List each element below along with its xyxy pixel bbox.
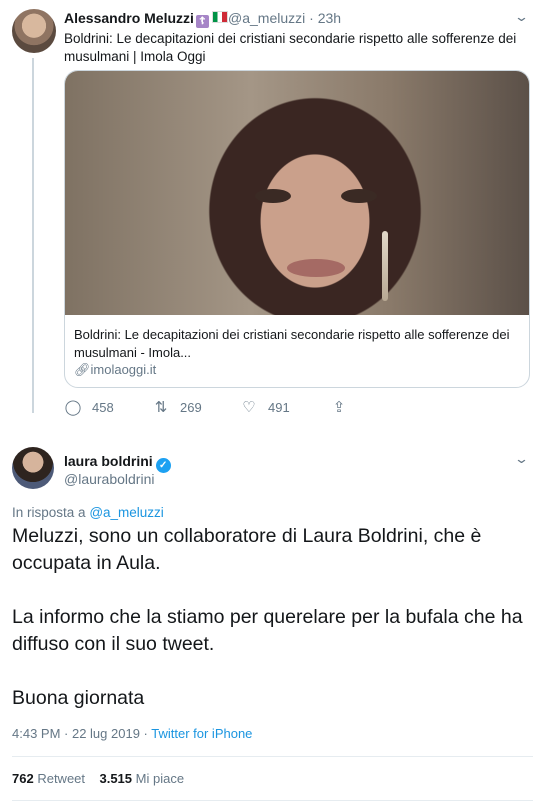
reply-action[interactable]: ◯ 458: [64, 398, 114, 416]
share-icon: ⇪: [332, 399, 346, 416]
chevron-down-icon[interactable]: ⌄: [514, 9, 529, 25]
author-handle-2[interactable]: @lauraboldrini: [64, 471, 154, 487]
thread-line: [32, 58, 34, 413]
divider: [12, 756, 533, 757]
author-name-2-text: laura boldrini: [64, 453, 153, 469]
card-domain: 🔗︎imolaoggi.it: [74, 362, 156, 378]
retweet-stat[interactable]: 762 Retweet: [12, 771, 85, 786]
card-domain-text: imolaoggi.it: [90, 362, 157, 377]
chevron-down-icon[interactable]: ⌄: [514, 451, 529, 467]
card-image-eye-right: [341, 189, 377, 203]
tweet-meta: 4:43 PM · 22 lug 2019 · Twitter for iPho…: [12, 726, 252, 741]
author-name[interactable]: Alessandro Meluzzi ☦: [64, 10, 228, 28]
tweet-text: Boldrini: Le decapitazioni dei cristiani…: [64, 31, 517, 64]
retweet-icon: ⇅: [154, 399, 168, 416]
verified-icon: ✓: [155, 458, 171, 473]
tweet-time[interactable]: 23h: [318, 10, 341, 26]
heart-icon: ♡: [242, 399, 256, 416]
tweet-source[interactable]: Twitter for iPhone: [151, 726, 252, 741]
tweet-paragraph: Buona giornata: [12, 687, 145, 709]
author-name-2[interactable]: laura boldrini ✓: [64, 453, 171, 473]
retweet-stat-label: Retweet: [37, 771, 86, 786]
engagement-stats: 762 Retweet 3.515 Mi piace: [12, 771, 184, 786]
author-name-text: Alessandro Meluzzi: [64, 10, 194, 26]
retweet-count: 269: [180, 400, 202, 415]
author-handle[interactable]: @a_meluzzi: [228, 10, 305, 26]
tweet-paragraph: La informo che la stiamo per querelare p…: [12, 606, 523, 655]
reply-count: 458: [92, 400, 114, 415]
like-count: 491: [268, 400, 290, 415]
like-action[interactable]: ♡ 491: [240, 398, 290, 416]
reply-to-handle[interactable]: @a_meluzzi: [89, 505, 163, 520]
share-action[interactable]: ⇪: [330, 398, 358, 416]
reply-prefix: In risposta a: [12, 505, 86, 520]
link-icon: 🔗︎: [74, 362, 91, 377]
card-title: Boldrini: Le decapitazioni dei cristiani…: [74, 327, 510, 360]
like-stat[interactable]: 3.515 Mi piace: [99, 771, 184, 786]
separator-dot: ·: [309, 10, 314, 26]
tweet-timestamp[interactable]: 4:43 PM · 22 lug 2019 ·: [12, 726, 148, 741]
tweet-body: Meluzzi, sono un collaboratore di Laura …: [12, 523, 532, 712]
divider: [12, 800, 533, 801]
retweet-action[interactable]: ⇅ 269: [152, 398, 202, 416]
like-stat-label: Mi piace: [135, 771, 185, 786]
italy-flag-icon: [211, 11, 228, 23]
cross-badge-icon: ☦: [195, 15, 209, 28]
avatar-boldrini[interactable]: [12, 447, 54, 489]
author-handle-time: @a_meluzzi · 23h: [228, 10, 341, 26]
link-card[interactable]: Boldrini: Le decapitazioni dei cristiani…: [64, 70, 530, 388]
card-image: [65, 71, 529, 315]
avatar-meluzzi[interactable]: [12, 9, 56, 53]
reply-context: In risposta a @a_meluzzi: [12, 505, 164, 520]
like-stat-count: 3.515: [99, 771, 133, 786]
retweet-stat-count: 762: [12, 771, 34, 786]
card-image-earring: [382, 231, 388, 301]
card-image-lips: [287, 259, 345, 277]
reply-icon: ◯: [64, 399, 82, 416]
card-image-eye-left: [255, 189, 291, 203]
tweet-paragraph: Meluzzi, sono un collaboratore di Laura …: [12, 525, 482, 574]
